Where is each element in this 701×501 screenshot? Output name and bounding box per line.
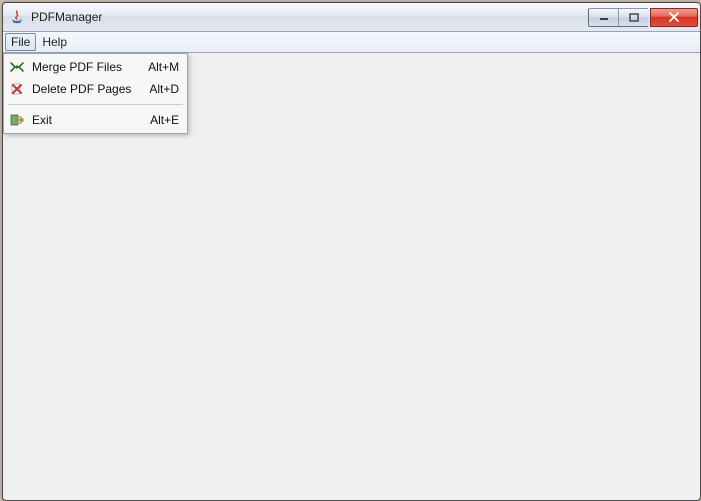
menu-separator [8,104,183,105]
app-window: PDFManager File Help [2,2,701,501]
close-button[interactable] [650,8,698,27]
exit-icon [8,112,26,128]
delete-icon [8,81,26,97]
menu-bar: File Help [3,32,700,53]
menu-help-label: Help [42,35,67,49]
menu-item-exit[interactable]: Exit Alt+E [6,109,185,131]
menu-item-label: Exit [32,113,132,127]
menu-item-accelerator: Alt+M [148,60,179,74]
menu-help[interactable]: Help [36,32,73,52]
menu-file-label: File [11,35,30,49]
maximize-button[interactable] [618,8,648,27]
java-app-icon [9,9,25,25]
menu-item-accelerator: Alt+D [149,82,179,96]
minimize-icon [599,13,609,21]
menu-item-label: Delete PDF Pages [32,82,131,96]
menu-item-accelerator: Alt+E [150,113,179,127]
close-icon [668,12,680,22]
merge-icon [8,59,26,75]
file-menu-dropdown: Merge PDF Files Alt+M Delete PDF Pages A… [3,53,188,134]
menu-item-label: Merge PDF Files [32,60,130,74]
title-bar[interactable]: PDFManager [3,3,700,32]
menu-item-delete-pages[interactable]: Delete PDF Pages Alt+D [6,78,185,100]
content-area: Merge PDF Files Alt+M Delete PDF Pages A… [3,53,700,500]
window-controls [588,8,698,27]
window-title: PDFManager [31,10,588,24]
menu-item-merge-pdf[interactable]: Merge PDF Files Alt+M [6,56,185,78]
maximize-icon [629,13,639,22]
menu-file[interactable]: File [5,33,36,51]
minimize-button[interactable] [588,8,618,27]
